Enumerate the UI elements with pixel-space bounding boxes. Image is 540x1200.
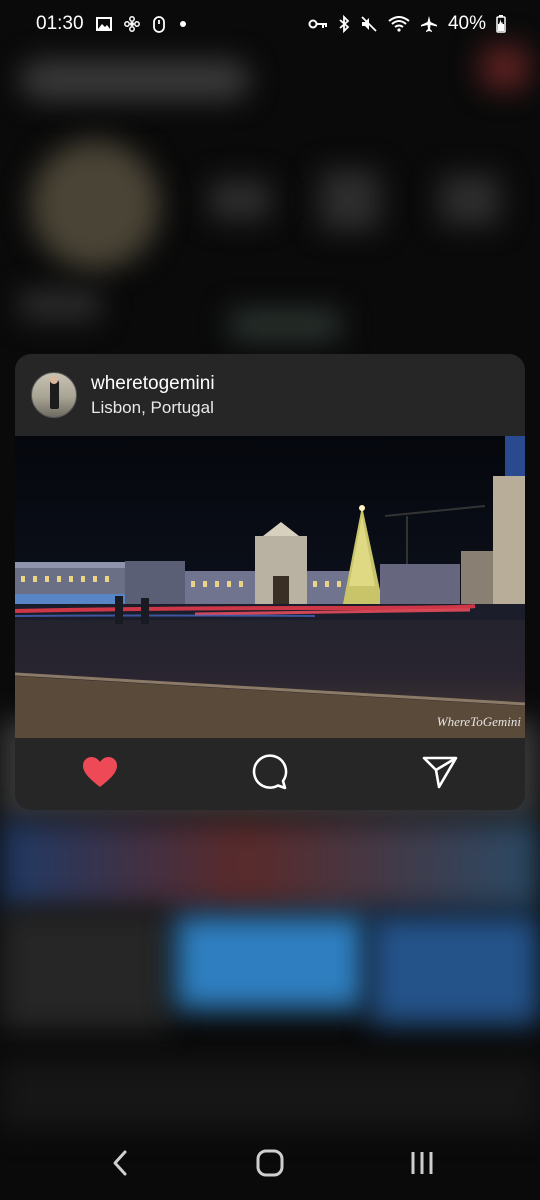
photo-watermark: WhereToGemini bbox=[436, 714, 521, 729]
home-icon bbox=[256, 1149, 284, 1182]
username[interactable]: wheretogemini bbox=[91, 373, 215, 395]
fan-icon bbox=[123, 16, 140, 32]
recents-button[interactable] bbox=[402, 1148, 442, 1182]
image-icon bbox=[95, 16, 112, 32]
avatar[interactable] bbox=[31, 372, 77, 418]
like-button[interactable] bbox=[82, 756, 118, 792]
mute-icon bbox=[360, 15, 378, 33]
airplane-icon bbox=[420, 15, 438, 33]
heart-icon bbox=[82, 756, 118, 793]
back-icon bbox=[110, 1149, 130, 1182]
battery-percent: 40% bbox=[447, 13, 486, 34]
share-button[interactable] bbox=[422, 756, 458, 792]
mouse-icon bbox=[152, 15, 166, 33]
clock: 01:30 bbox=[36, 13, 84, 34]
post-header: wheretogemini Lisbon, Portugal bbox=[15, 354, 525, 436]
post-photo[interactable]: WhereToGemini bbox=[15, 436, 525, 738]
comment-icon bbox=[252, 753, 288, 795]
system-nav-bar bbox=[0, 1130, 540, 1200]
dot-icon bbox=[178, 19, 188, 29]
bluetooth-icon bbox=[338, 15, 350, 33]
key-icon bbox=[308, 18, 328, 30]
back-button[interactable] bbox=[100, 1148, 140, 1182]
post-preview-card[interactable]: wheretogemini Lisbon, Portugal WhereToGe… bbox=[15, 354, 525, 810]
home-button[interactable] bbox=[250, 1148, 290, 1182]
post-actions bbox=[15, 738, 525, 810]
location[interactable]: Lisbon, Portugal bbox=[91, 398, 215, 418]
send-icon bbox=[422, 755, 458, 794]
recents-icon bbox=[409, 1150, 435, 1181]
wifi-icon bbox=[388, 16, 410, 32]
comment-button[interactable] bbox=[252, 753, 288, 795]
status-bar: 01:30 40% bbox=[0, 0, 540, 48]
battery-icon bbox=[496, 15, 506, 33]
